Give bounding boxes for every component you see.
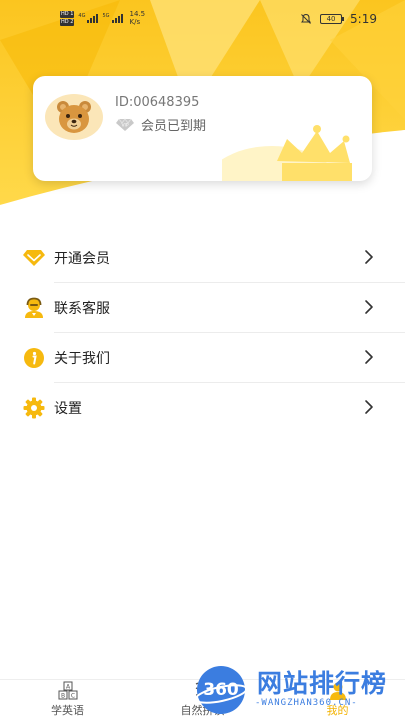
profile-icon [329, 682, 346, 700]
bottom-nav: A B C 学英语 自然拼读 我的 [0, 679, 405, 720]
tab-label: 学英语 [51, 704, 84, 717]
svg-text:B: B [60, 693, 64, 700]
menu-item-customer-service[interactable]: 联系客服 [0, 283, 405, 333]
menu-item-label: 联系客服 [54, 301, 110, 317]
member-status-text: 会员已到期 [141, 119, 207, 134]
abc-blocks-icon: A B C [58, 681, 77, 700]
member-status-row: VIP 会员已到期 [115, 115, 206, 134]
svg-text:C: C [70, 693, 74, 700]
bear-avatar-icon[interactable] [45, 94, 103, 140]
chevron-right-icon [365, 350, 373, 364]
menu-item-membership[interactable]: 开通会员 [0, 233, 405, 283]
phonics-icon [195, 682, 211, 696]
vip-diamond-icon: VIP [116, 117, 134, 131]
tab-mine[interactable]: 我的 [270, 680, 405, 720]
menu-item-label: 设置 [54, 401, 82, 417]
network-indicators: HD 1 HD 2 4G 5G 14.5 K/s [60, 10, 145, 26]
chevron-right-icon [365, 400, 373, 414]
customer-service-icon [22, 297, 46, 319]
network-speed: 14.5 K/s [129, 10, 146, 26]
signal-icon-2: 5G [102, 13, 123, 23]
battery-icon: 40 [320, 14, 345, 24]
menu-list: 开通会员 联系客服 关于我们 设置 [0, 233, 405, 433]
profile-card[interactable]: ID:00648395 VIP 会员已到期 [33, 76, 372, 181]
hd-badge-2: HD 2 [60, 18, 75, 26]
status-bar: HD 1 HD 2 4G 5G 14.5 K/s 40 5:19 [0, 0, 405, 40]
tab-phonics[interactable]: 自然拼读 [135, 680, 270, 720]
mute-bell-icon [301, 13, 311, 24]
tab-label: 自然拼读 [180, 704, 225, 717]
hd-badge-1: HD 1 [60, 10, 75, 18]
chevron-right-icon [365, 300, 373, 314]
user-id: ID:00648395 [115, 95, 200, 110]
chevron-right-icon [365, 250, 373, 264]
menu-item-label: 关于我们 [54, 351, 110, 367]
diamond-icon [22, 247, 46, 269]
menu-item-settings[interactable]: 设置 [0, 383, 405, 433]
crown-decoration-icon [222, 125, 352, 181]
tab-learn-english[interactable]: A B C 学英语 [0, 680, 135, 720]
clock: 5:19 [350, 12, 377, 26]
info-icon [22, 347, 46, 369]
tab-label: 我的 [326, 704, 349, 717]
menu-item-about-us[interactable]: 关于我们 [0, 333, 405, 383]
svg-text:VIP: VIP [121, 122, 128, 128]
signal-icon-1: 4G [78, 13, 99, 23]
menu-item-label: 开通会员 [54, 251, 110, 267]
gear-icon [22, 397, 46, 419]
